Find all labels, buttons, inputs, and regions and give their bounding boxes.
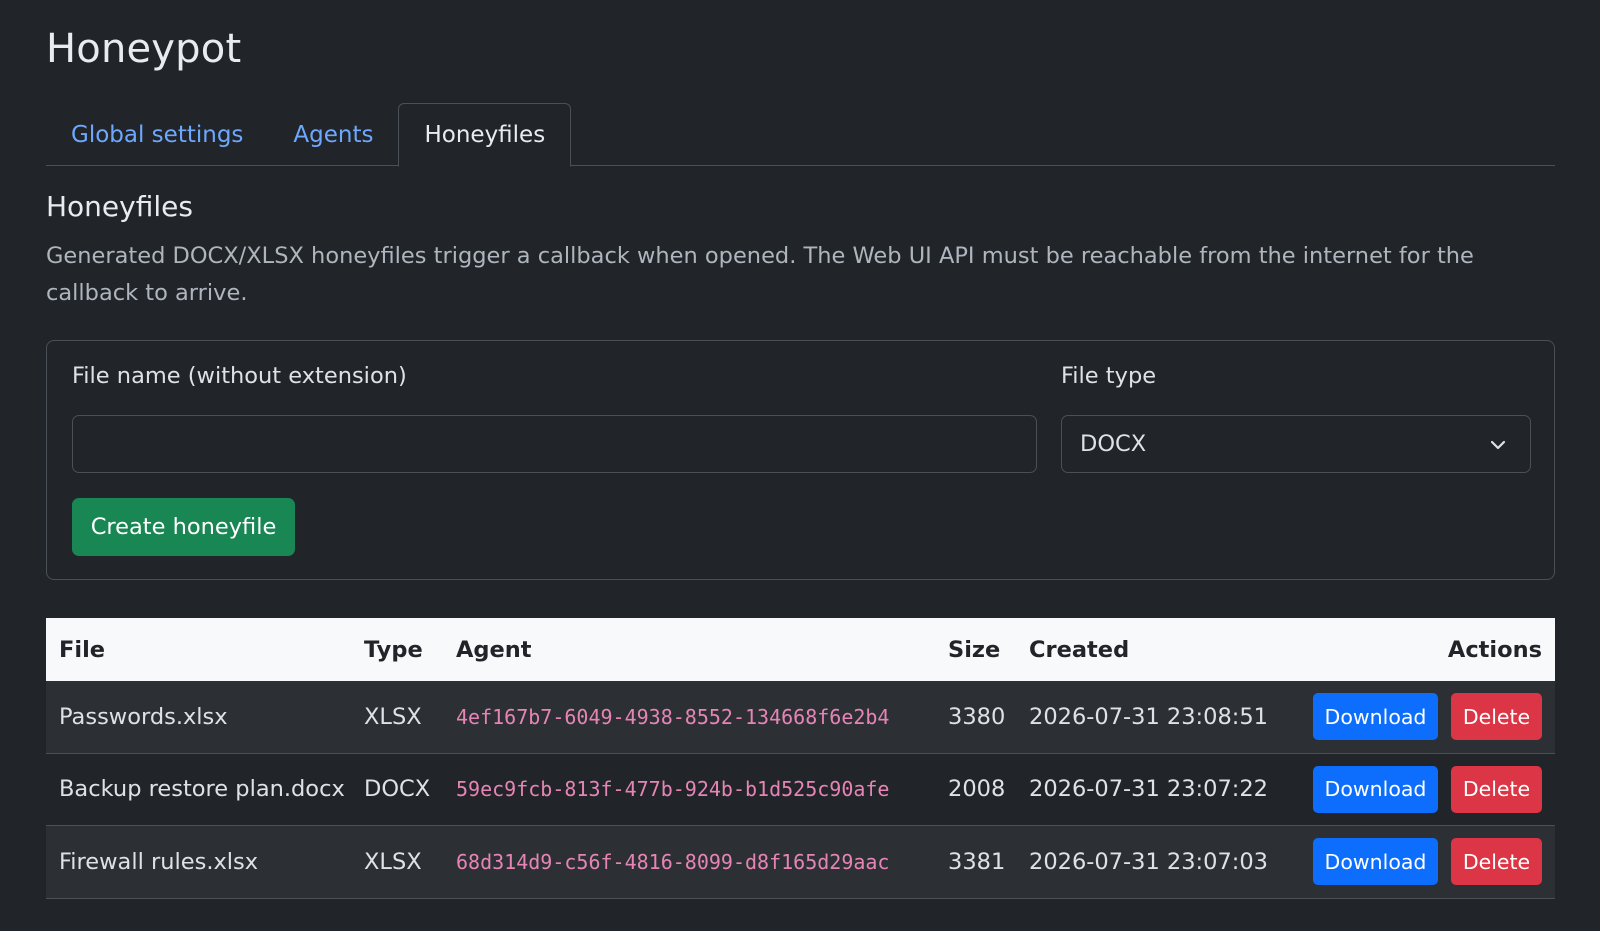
- header-type: Type: [364, 636, 423, 663]
- tab-honeyfiles[interactable]: Honeyfiles: [398, 103, 572, 167]
- row-actions: Download Delete: [1313, 693, 1542, 741]
- cell-size: 3380: [948, 703, 1006, 730]
- cell-file: Passwords.xlsx: [59, 703, 228, 730]
- cell-created: 2026-07-31 23:07:03: [1029, 848, 1268, 875]
- section-description: Generated DOCX/XLSX honeyfiles trigger a…: [46, 243, 1474, 306]
- file-type-label: File type: [1061, 363, 1157, 389]
- tab-agents[interactable]: Agents: [268, 103, 398, 166]
- header-size: Size: [948, 636, 1001, 663]
- cell-type: DOCX: [364, 776, 431, 803]
- cell-file: Firewall rules.xlsx: [59, 848, 259, 875]
- tab-bar: Global settings Agents Honeyfiles: [46, 103, 1555, 167]
- section-title: Honeyfiles: [46, 190, 193, 223]
- cell-created: 2026-07-31 23:07:22: [1029, 776, 1268, 803]
- create-honeyfile-form: File name (without extension) File type …: [46, 340, 1555, 580]
- download-button[interactable]: Download: [1313, 693, 1438, 741]
- file-type-selected-value: DOCX: [1080, 431, 1147, 457]
- table-row: Passwords.xlsx XLSX 4ef167b7-6049-4938-8…: [46, 681, 1555, 754]
- delete-button[interactable]: Delete: [1451, 838, 1542, 886]
- honeypot-page: Honeypot Global settings Agents Honeyfil…: [0, 0, 1600, 931]
- cell-size: 2008: [948, 776, 1006, 803]
- cell-type: XLSX: [364, 703, 422, 730]
- cell-agent: 59ec9fcb-813f-477b-924b-b1d525c90afe: [456, 777, 890, 802]
- cell-file: Backup restore plan.docx: [59, 776, 345, 803]
- table-header: File Type Agent Size Created Actions: [46, 618, 1555, 681]
- chevron-down-icon: [1490, 440, 1506, 450]
- download-button[interactable]: Download: [1313, 838, 1438, 886]
- file-name-label: File name (without extension): [72, 363, 407, 389]
- cell-size: 3381: [948, 848, 1006, 875]
- header-created: Created: [1029, 636, 1130, 663]
- create-honeyfile-button[interactable]: Create honeyfile: [72, 498, 295, 556]
- honeyfiles-table: File Type Agent Size Created Actions Pas…: [46, 618, 1555, 899]
- page-title: Honeypot: [46, 26, 242, 72]
- row-actions: Download Delete: [1313, 838, 1542, 886]
- header-file: File: [59, 636, 106, 663]
- cell-agent: 4ef167b7-6049-4938-8552-134668f6e2b4: [456, 704, 890, 729]
- row-actions: Download Delete: [1313, 765, 1542, 813]
- delete-button[interactable]: Delete: [1451, 765, 1542, 813]
- table-row: Firewall rules.xlsx XLSX 68d314d9-c56f-4…: [46, 826, 1555, 899]
- file-name-input[interactable]: [72, 415, 1037, 473]
- file-type-select[interactable]: DOCX: [1061, 415, 1531, 473]
- download-button[interactable]: Download: [1313, 765, 1438, 813]
- delete-button[interactable]: Delete: [1451, 693, 1542, 741]
- tab-global-settings[interactable]: Global settings: [46, 103, 268, 166]
- table-row: Backup restore plan.docx DOCX 59ec9fcb-8…: [46, 753, 1555, 826]
- header-agent: Agent: [456, 636, 532, 663]
- cell-agent: 68d314d9-c56f-4816-8099-d8f165d29aac: [456, 849, 890, 874]
- cell-created: 2026-07-31 23:08:51: [1029, 703, 1268, 730]
- cell-type: XLSX: [364, 848, 422, 875]
- header-actions: Actions: [1447, 636, 1542, 663]
